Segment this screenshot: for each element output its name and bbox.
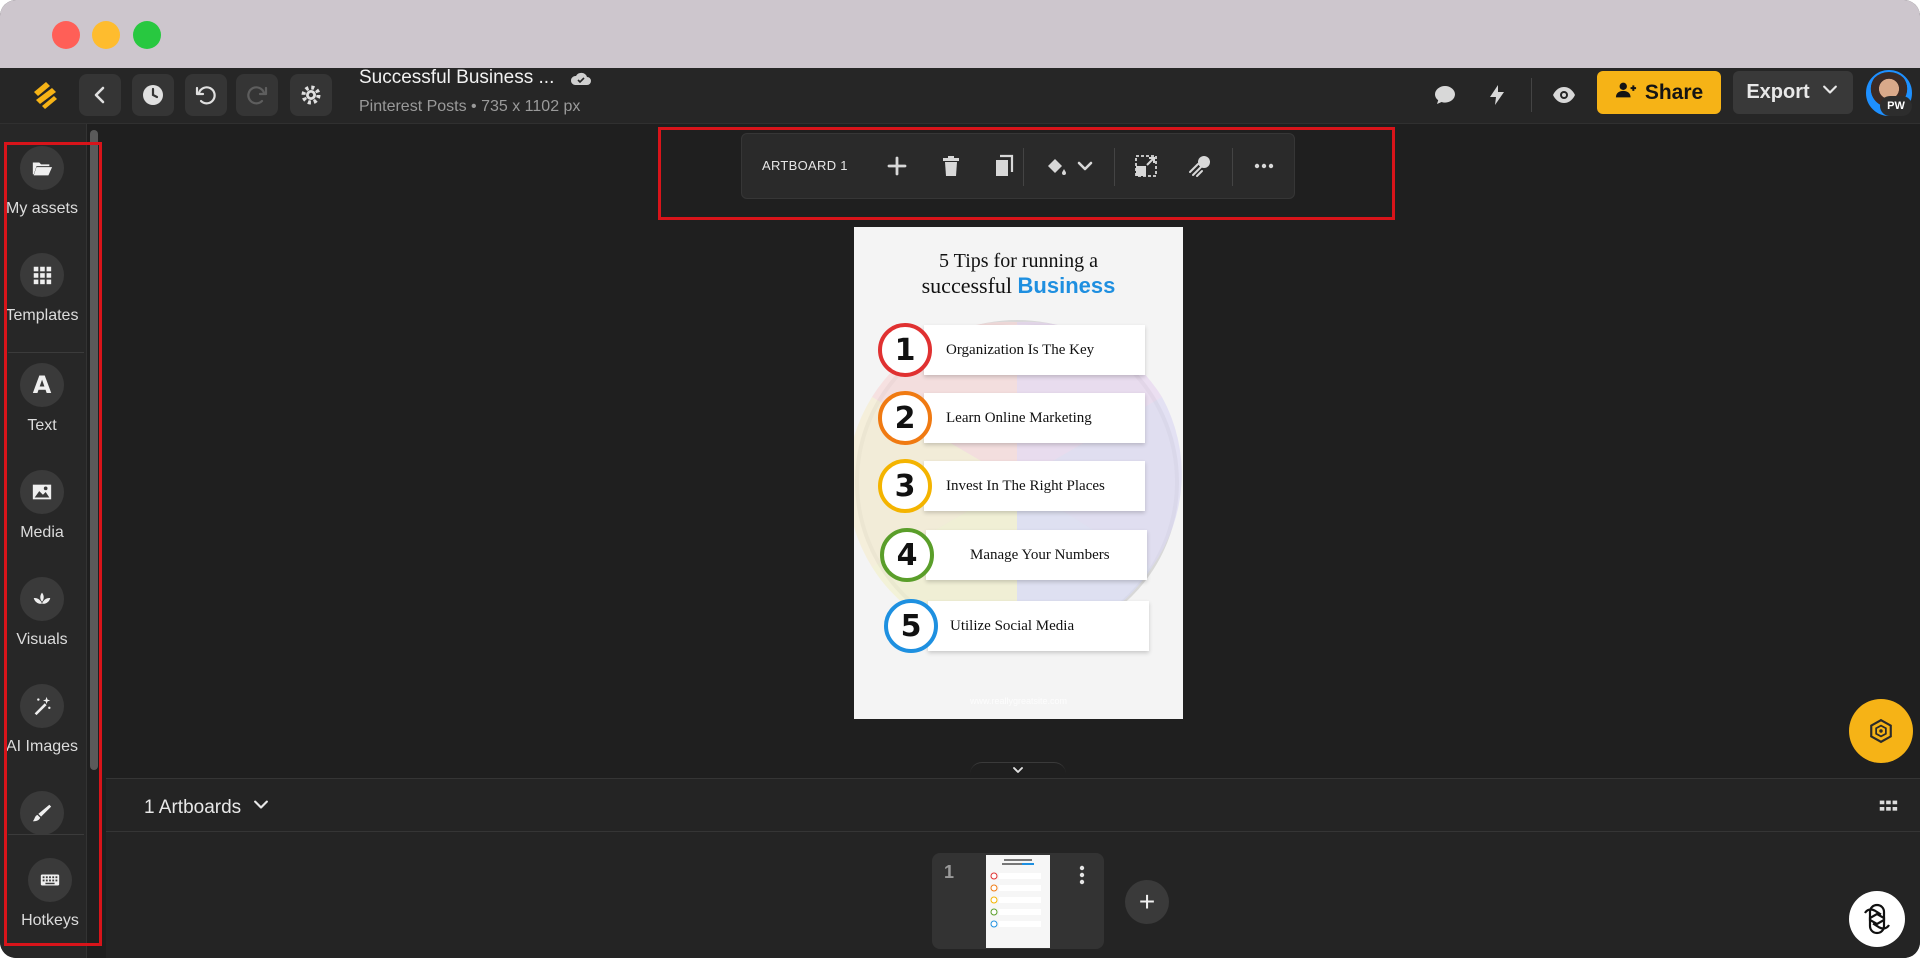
back-icon[interactable]	[79, 74, 121, 116]
panel-divider	[106, 831, 1920, 832]
logo-icon[interactable]	[28, 78, 62, 112]
share-button[interactable]: Share	[1597, 71, 1721, 114]
app-window: Successful Business ... Pinterest Posts …	[0, 0, 1920, 958]
export-label: Export	[1746, 81, 1810, 103]
more-vertical-icon[interactable]	[1074, 864, 1090, 886]
tip-number-2: 2	[878, 391, 932, 445]
history-icon[interactable]	[132, 74, 174, 116]
artboards-count: 1 Artboards	[144, 797, 242, 818]
grid-view-icon[interactable]	[1877, 796, 1899, 818]
title-highlight: Business	[1017, 273, 1116, 298]
artboard-title-line2: successful Business	[854, 273, 1183, 299]
tip-card-4[interactable]: Manage Your Numbers	[926, 530, 1147, 580]
ai-assistant-button[interactable]	[1849, 699, 1913, 763]
tip-number-3: 3	[878, 459, 932, 513]
add-artboard-button[interactable]: +	[1125, 880, 1169, 924]
document-size-info: Pinterest Posts • 735 x 1102 px	[359, 98, 581, 115]
minimize-window-button[interactable]	[92, 21, 120, 49]
redo-icon[interactable]	[236, 74, 278, 116]
artboard-thumbnail[interactable]	[986, 855, 1050, 948]
cloud-saved-icon	[570, 70, 592, 86]
tip-text: Manage Your Numbers	[970, 546, 1110, 563]
highlight-box-sidebar	[4, 142, 102, 946]
share-label: Share	[1644, 80, 1704, 104]
tip-text: Utilize Social Media	[950, 617, 1075, 634]
tip-text: Invest In The Right Places	[946, 477, 1105, 494]
avatar-initials: PW	[1880, 96, 1912, 116]
settings-icon[interactable]	[290, 74, 332, 116]
artboards-dropdown[interactable]: 1 Artboards	[144, 795, 271, 821]
tip-card-3[interactable]: Invest In The Right Places	[924, 461, 1145, 511]
header-divider	[1531, 78, 1532, 112]
close-window-button[interactable]	[52, 21, 80, 49]
add-user-icon	[1615, 79, 1637, 107]
tip-card-5[interactable]: Utilize Social Media	[928, 601, 1149, 651]
cube-icon	[1870, 718, 1892, 744]
artboard[interactable]: 5 Tips for running a successful Business…	[854, 227, 1183, 719]
document-title[interactable]: Successful Business ...	[359, 68, 554, 88]
preview-eye-icon[interactable]	[1543, 74, 1585, 116]
tip-number-5: 5	[884, 599, 938, 653]
chevron-down-icon	[251, 795, 271, 821]
export-button[interactable]: Export	[1733, 71, 1853, 114]
undo-icon[interactable]	[185, 74, 227, 116]
tip-card-2[interactable]: Learn Online Marketing	[924, 393, 1145, 443]
highlight-box-toolbar	[658, 127, 1395, 220]
tip-card-1[interactable]: Organization Is The Key	[924, 325, 1145, 375]
chevron-down-icon	[1820, 80, 1840, 106]
title-plain: successful	[921, 273, 1013, 298]
tip-number-4: 4	[880, 528, 934, 582]
openai-icon[interactable]	[1849, 891, 1905, 947]
lightning-icon[interactable]	[1476, 74, 1518, 116]
artboard-footer: www.reallygreatsite.com	[969, 696, 1068, 706]
window-titlebar	[0, 0, 1920, 68]
tip-text: Learn Online Marketing	[946, 409, 1092, 426]
zoom-window-button[interactable]	[133, 21, 161, 49]
app-header: Successful Business ... Pinterest Posts …	[0, 68, 1920, 124]
tip-number-1: 1	[878, 323, 932, 377]
comment-icon[interactable]	[1424, 74, 1466, 116]
artboard-thumbnail-number: 1	[944, 862, 955, 882]
tip-text: Organization Is The Key	[946, 341, 1095, 358]
artboard-title-line1: 5 Tips for running a	[939, 250, 1098, 272]
